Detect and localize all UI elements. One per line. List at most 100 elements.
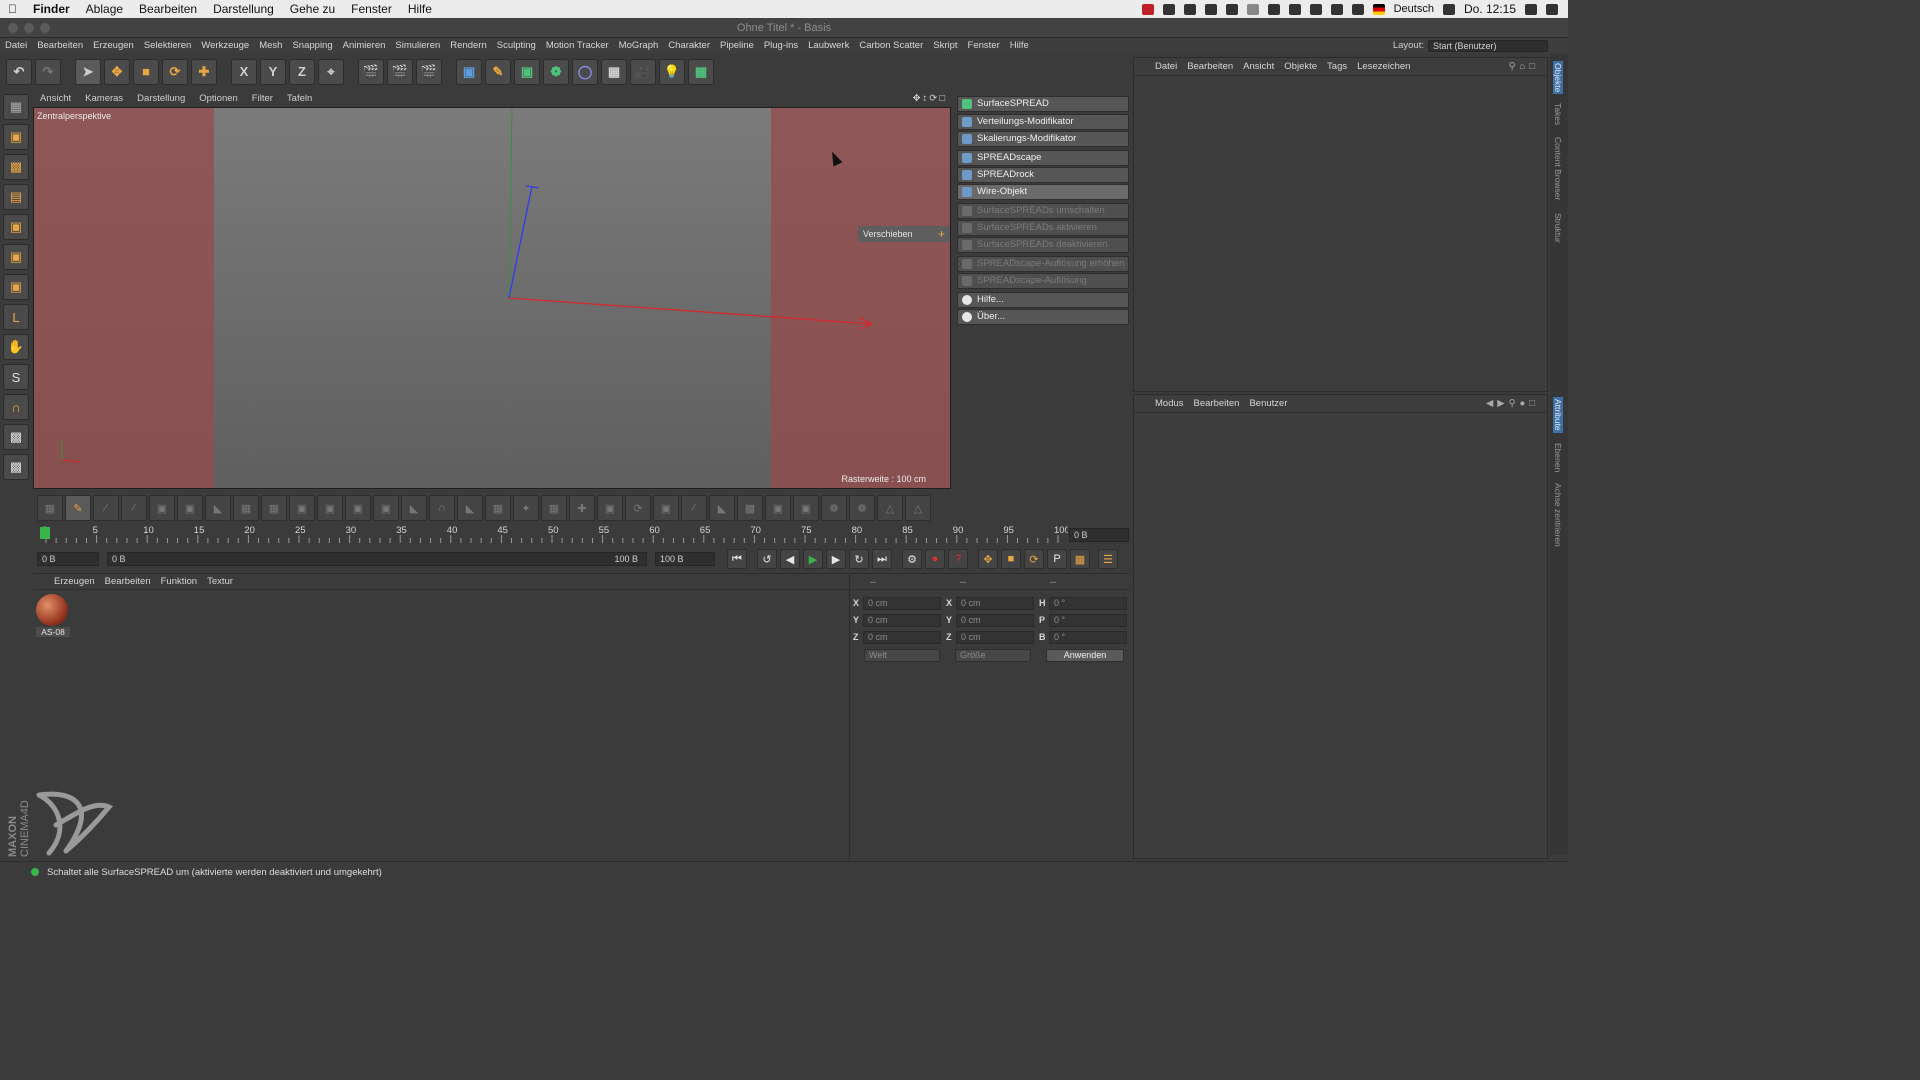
objmgr-menu-objekte[interactable]: Objekte xyxy=(1279,61,1322,72)
untriangulate-icon[interactable]: △ xyxy=(905,495,931,521)
menu-mograph[interactable]: MoGraph xyxy=(614,40,664,51)
attribute-manager[interactable]: Modus Bearbeiten Benutzer ◀▶⚲●□ xyxy=(1133,394,1548,859)
subdivision-surface-icon[interactable]: ▣ xyxy=(514,58,540,85)
wifi-icon[interactable] xyxy=(1288,3,1301,15)
objmgr-menu-bearbeiten[interactable]: Bearbeiten xyxy=(1182,61,1238,72)
polygons-mode-icon[interactable]: ▣ xyxy=(3,274,29,300)
go-to-end-icon[interactable]: ⏭ xyxy=(872,549,892,569)
zoom-window-button[interactable] xyxy=(40,23,50,33)
brush-icon[interactable] xyxy=(1267,3,1280,15)
objmgr-menu-datei[interactable]: Datei xyxy=(1150,61,1182,72)
array-icon[interactable]: ▩ xyxy=(737,495,763,521)
layout-dropdown[interactable]: Start (Benutzer) xyxy=(1428,39,1548,52)
side-tab-content-browser[interactable]: Content Browser xyxy=(1553,137,1563,200)
edges-mode-icon[interactable]: ▣ xyxy=(3,244,29,270)
plugin-menu-item[interactable]: SurfaceSPREAD xyxy=(957,96,1129,112)
stitch-icon[interactable]: ✚ xyxy=(569,495,595,521)
scale-tool-icon[interactable]: ■ xyxy=(133,58,159,85)
rotate-tool-icon[interactable]: ⟳ xyxy=(162,58,188,85)
broadcast-icon[interactable] xyxy=(1246,3,1259,15)
shield-icon[interactable] xyxy=(1225,3,1238,15)
normal-move-icon[interactable]: ▣ xyxy=(597,495,623,521)
matmgr-menu-bearbeiten[interactable]: Bearbeiten xyxy=(100,576,156,587)
knife-icon[interactable]: ∕ xyxy=(93,495,119,521)
play-icon[interactable]: ▶ xyxy=(803,549,823,569)
side-tab-achse-zentrieren[interactable]: Achse zentrieren xyxy=(1553,483,1563,547)
viewport-menu-filter[interactable]: Filter xyxy=(245,93,280,104)
menu-snapping[interactable]: Snapping xyxy=(287,40,337,51)
attrmgr-nav-icons[interactable]: ◀▶⚲●□ xyxy=(1481,398,1547,409)
size-z-field[interactable]: 0 cm xyxy=(956,630,1034,644)
key-scale-icon[interactable]: ■ xyxy=(1001,549,1021,569)
brush-icon[interactable]: ✎ xyxy=(65,495,91,521)
side-tab-attribute[interactable]: Attribute xyxy=(1553,397,1563,433)
spotlight-search-icon[interactable] xyxy=(1525,3,1537,15)
mac-menu-bearbeiten[interactable]: Bearbeiten xyxy=(131,2,205,16)
close-window-button[interactable] xyxy=(8,23,18,33)
light-icon[interactable]: 💡 xyxy=(659,58,685,85)
magnet-icon[interactable]: ∩ xyxy=(429,495,455,521)
mac-menu-darstellung[interactable]: Darstellung xyxy=(205,2,282,16)
eject-icon[interactable] xyxy=(1309,3,1322,15)
previous-key-icon[interactable]: ↺ xyxy=(757,549,777,569)
viewport-menu-kameras[interactable]: Kameras xyxy=(78,93,130,104)
workplane-grid-icon[interactable]: ▩ xyxy=(3,424,29,450)
menu-sculpting[interactable]: Sculpting xyxy=(492,40,541,51)
menu-erzeugen[interactable]: Erzeugen xyxy=(88,40,139,51)
preview-range-slider[interactable]: 0 B 100 B xyxy=(107,552,647,566)
matmgr-menu-textur[interactable]: Textur xyxy=(202,576,238,587)
triangulate-icon[interactable]: △ xyxy=(877,495,903,521)
coordinate-system-icon[interactable]: ⌖ xyxy=(318,58,344,85)
disconnect-icon[interactable]: ▣ xyxy=(793,495,819,521)
3d-viewport[interactable]: Zentralperspektive Rasterweite : 100 cm … xyxy=(33,107,951,489)
menubar-clock[interactable]: Do. 12:15 xyxy=(1464,2,1516,16)
extrude-icon[interactable]: ▣ xyxy=(149,495,175,521)
points-mode-icon[interactable]: ▣ xyxy=(3,214,29,240)
plugin-menu-item[interactable]: SPREADrock xyxy=(957,167,1129,183)
menu-charakter[interactable]: Charakter xyxy=(663,40,715,51)
bridge-icon[interactable]: ▦ xyxy=(261,495,287,521)
menu-animieren[interactable]: Animieren xyxy=(338,40,391,51)
axis-mode-icon[interactable]: L xyxy=(3,304,29,330)
bend-deformer-icon[interactable]: ◯ xyxy=(572,58,598,85)
snap-magnet-icon[interactable]: ∩ xyxy=(3,394,29,420)
menu-simulieren[interactable]: Simulieren xyxy=(390,40,445,51)
side-tab-struktur[interactable]: Struktur xyxy=(1553,213,1563,243)
plugin-menu-item[interactable]: Hilfe... xyxy=(957,292,1129,308)
position-x-field[interactable]: 0 cm xyxy=(863,596,941,610)
matmgr-menu-funktion[interactable]: Funktion xyxy=(156,576,202,587)
viewport-menu-tafeln[interactable]: Tafeln xyxy=(280,93,319,104)
select-arrow-icon[interactable]: ➤ xyxy=(75,58,101,85)
preview-end-field[interactable]: 100 B xyxy=(655,552,715,566)
rotation-h-field[interactable]: 0 ° xyxy=(1049,596,1127,610)
viewport-menu-ansicht[interactable]: Ansicht xyxy=(33,93,78,104)
key-pla-icon[interactable]: ▩ xyxy=(1070,549,1090,569)
side-tab-objekte[interactable]: Objekte xyxy=(1553,61,1563,95)
size-x-field[interactable]: 0 cm xyxy=(956,596,1034,610)
y-axis-lock-button[interactable]: Y xyxy=(260,58,286,85)
mac-menu-gehe-zu[interactable]: Gehe zu xyxy=(282,2,343,16)
line-cut-icon[interactable]: ∕ xyxy=(121,495,147,521)
x-axis-lock-button[interactable]: X xyxy=(231,58,257,85)
weld-icon[interactable]: ✦ xyxy=(513,495,539,521)
objmgr-search-home-icons[interactable]: ⚲⌂□ xyxy=(1504,61,1547,72)
attrmgr-menu-modus[interactable]: Modus xyxy=(1150,398,1189,409)
key-rotation-icon[interactable]: ⟳ xyxy=(1024,549,1044,569)
position-z-field[interactable]: 0 cm xyxy=(863,630,941,644)
rotation-p-field[interactable]: 0 ° xyxy=(1049,613,1127,627)
bevel-icon[interactable]: ◣ xyxy=(205,495,231,521)
onepassword-icon[interactable] xyxy=(1204,3,1217,15)
subdivide-icon[interactable]: ❁ xyxy=(849,495,875,521)
cube-primitive-icon[interactable]: ▣ xyxy=(456,58,482,85)
size-y-field[interactable]: 0 cm xyxy=(956,613,1034,627)
material-manager[interactable]: Erzeugen Bearbeiten Funktion Textur AS-0… xyxy=(33,573,848,860)
dissolve-icon[interactable]: ▣ xyxy=(345,495,371,521)
plugin-menu-item[interactable]: Skalierungs-Modifikator xyxy=(957,131,1129,147)
plugin-menu-item[interactable]: SPREADscape xyxy=(957,150,1129,166)
objmgr-menu-ansicht[interactable]: Ansicht xyxy=(1238,61,1279,72)
render-settings-icon[interactable]: 🎬 xyxy=(416,58,442,85)
input-language[interactable]: Deutsch xyxy=(1394,3,1434,15)
timeline-window-icon[interactable]: ☰ xyxy=(1098,549,1118,569)
loop-cut-icon[interactable]: ▦ xyxy=(233,495,259,521)
plugin-menu-item[interactable]: Wire-Objekt xyxy=(957,184,1129,200)
